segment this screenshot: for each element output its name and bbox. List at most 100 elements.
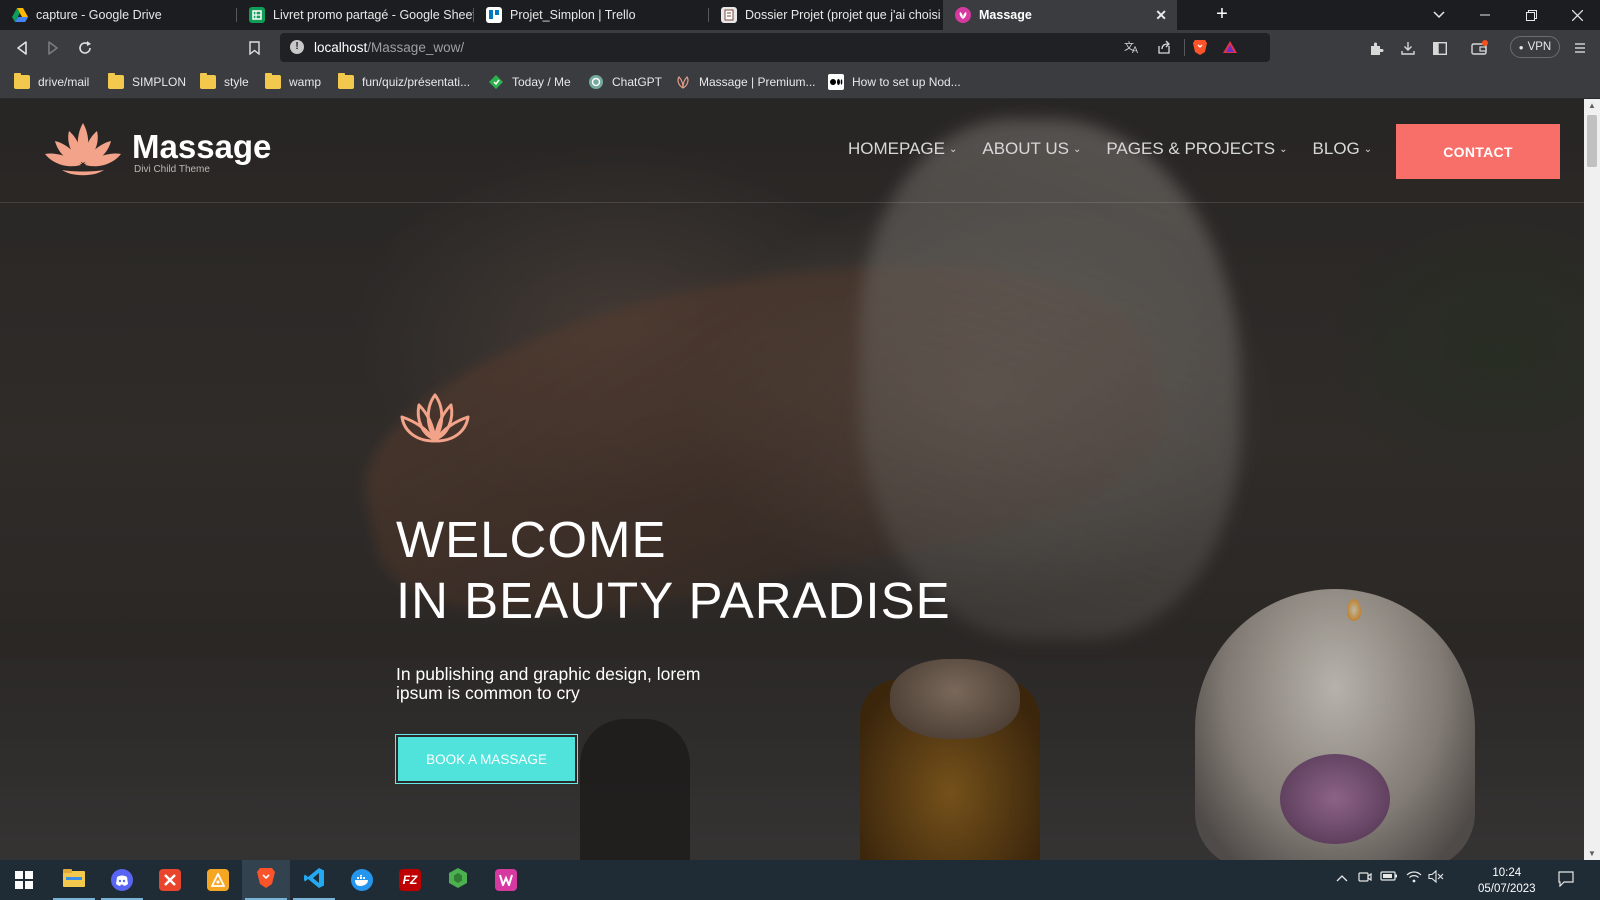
folder-icon <box>338 73 354 89</box>
bookmark-node-setup[interactable]: How to set up Nod... <box>828 73 961 91</box>
translate-icon[interactable]: 文A <box>1122 37 1142 57</box>
taskbar-docker[interactable] <box>338 860 386 900</box>
taskbar-vscode[interactable] <box>290 860 338 900</box>
share-icon[interactable] <box>1154 37 1174 57</box>
medium-icon <box>828 74 844 90</box>
restore-button[interactable] <box>1508 0 1554 30</box>
nav-about-us[interactable]: ABOUT US ⌄ <box>982 139 1081 159</box>
url-host: localhost <box>314 40 368 55</box>
sidebar-icon[interactable] <box>1430 38 1450 58</box>
bookmark-label: ChatGPT <box>612 75 663 89</box>
taskbar-sublime-merge[interactable] <box>194 860 242 900</box>
folder-icon <box>265 73 281 89</box>
show-hidden-icons-icon[interactable] <box>1336 870 1348 885</box>
close-window-button[interactable] <box>1554 0 1600 30</box>
url-text: localhost/Massage_wow/ <box>314 40 464 55</box>
taskbar-nodejs[interactable] <box>434 860 482 900</box>
scroll-down-arrow-icon[interactable]: ▼ <box>1588 849 1596 858</box>
clock-date: 05/07/2023 <box>1478 883 1536 895</box>
vpn-label: VPN <box>1527 41 1552 53</box>
nav-pages-projects[interactable]: PAGES & PROJECTS ⌄ <box>1106 139 1287 159</box>
scroll-thumb[interactable] <box>1587 115 1597 167</box>
urlbar-divider <box>1184 39 1185 56</box>
tab-search-chevron-icon[interactable] <box>1416 0 1462 30</box>
downloads-icon[interactable] <box>1398 38 1418 58</box>
bookmark-label: drive/mail <box>38 75 90 89</box>
tab-trello[interactable]: Projet_Simplon | Trello <box>474 0 708 30</box>
forward-button[interactable] <box>43 38 63 58</box>
bookmark-style[interactable]: style <box>200 73 249 91</box>
bookmark-today-me[interactable]: Today / Me <box>488 73 571 91</box>
reload-button[interactable] <box>75 38 95 58</box>
tab-massage[interactable]: Massage ✕ <box>943 0 1177 30</box>
book-massage-button[interactable]: BOOK A MASSAGE <box>396 735 577 783</box>
page-scrollbar[interactable]: ▲ ▼ <box>1584 99 1600 860</box>
taskbar-filezilla[interactable]: FZ <box>386 860 434 900</box>
tab-google-sheets[interactable]: Livret promo partagé - Google Sheets <box>237 0 473 30</box>
massage-site-icon <box>955 7 971 23</box>
folder-icon <box>14 73 30 89</box>
bookmark-fun-quiz[interactable]: fun/quiz/présentati... <box>338 73 470 91</box>
tab-dossier-projet[interactable]: Dossier Projet (projet que j'ai choisi d… <box>709 0 943 30</box>
new-tab-button[interactable]: + <box>1210 3 1234 27</box>
taskbar-clock[interactable]: 10:24 05/07/2023 <box>1478 865 1536 897</box>
logo-text: Massage Divi Child Theme <box>132 128 272 176</box>
site-info-icon[interactable]: ! <box>290 40 304 54</box>
bookmark-icon[interactable] <box>244 38 264 58</box>
bookmark-chatgpt[interactable]: ChatGPT <box>588 73 662 91</box>
filezilla-icon: FZ <box>399 869 421 891</box>
bookmark-drive-mail[interactable]: drive/mail <box>14 73 89 91</box>
taskbar-xmind[interactable] <box>146 860 194 900</box>
vpn-button[interactable]: ● VPN <box>1510 36 1560 58</box>
hero-subtitle: In publishing and graphic design, lorem … <box>396 664 701 703</box>
brave-shields-icon[interactable] <box>1190 37 1210 57</box>
scroll-up-arrow-icon[interactable]: ▲ <box>1588 101 1596 110</box>
nav-homepage[interactable]: HOMEPAGE ⌄ <box>848 139 957 159</box>
bookmark-simplon[interactable]: SIMPLON <box>108 73 186 91</box>
site-header: Massage Divi Child Theme HOMEPAGE ⌄ ABOUT… <box>0 99 1584 203</box>
wifi-icon[interactable] <box>1406 870 1422 886</box>
vpn-status-dot-icon: ● <box>1518 42 1524 52</box>
bookmark-label: wamp <box>289 75 322 89</box>
chevron-down-icon: ⌄ <box>948 143 958 155</box>
brave-rewards-icon[interactable] <box>1220 37 1240 57</box>
screen: capture - Google Drive Livret promo part… <box>0 0 1600 900</box>
bookmark-label: style <box>224 75 249 89</box>
taskbar-file-explorer[interactable] <box>50 860 98 900</box>
taskbar-brave[interactable] <box>242 860 290 900</box>
minimize-button[interactable] <box>1462 0 1508 30</box>
wallet-icon[interactable] <box>1470 38 1490 58</box>
clock-time: 10:24 <box>1492 867 1522 879</box>
hero-title-line-1: WELCOME <box>396 511 667 568</box>
lotus-logo-icon <box>42 117 124 188</box>
volume-muted-icon[interactable] <box>1428 869 1444 886</box>
folder-icon <box>108 73 124 89</box>
contact-button[interactable]: CONTACT <box>1396 124 1560 179</box>
close-tab-icon[interactable]: ✕ <box>1155 7 1167 24</box>
back-button[interactable] <box>12 38 32 58</box>
nav-label: ABOUT US <box>982 139 1069 158</box>
site-logo[interactable]: Massage Divi Child Theme <box>42 117 271 188</box>
logo-name: Massage <box>132 128 272 165</box>
address-bar[interactable]: ! localhost/Massage_wow/ 文A <box>280 33 1270 62</box>
bookmarks-bar: drive/mail SIMPLON style wamp fun/quiz/p… <box>0 65 1600 99</box>
meet-now-icon[interactable] <box>1358 870 1372 887</box>
bookmark-label: SIMPLON <box>132 75 187 89</box>
bookmark-wamp[interactable]: wamp <box>265 73 321 91</box>
chevron-down-icon: ⌄ <box>1363 143 1373 155</box>
bookmark-label: Massage | Premium... <box>699 75 816 89</box>
svg-text:A: A <box>1132 45 1138 54</box>
bookmark-massage-premium[interactable]: Massage | Premium... <box>675 73 815 91</box>
notifications-icon[interactable] <box>1558 871 1574 890</box>
nav-blog[interactable]: BLOG ⌄ <box>1313 139 1373 159</box>
taskbar-wampserver[interactable] <box>482 860 530 900</box>
wampserver-icon <box>495 869 517 891</box>
menu-icon[interactable] <box>1570 38 1590 58</box>
battery-icon[interactable] <box>1380 870 1398 885</box>
taskbar-discord[interactable] <box>98 860 146 900</box>
hero-overlay <box>0 99 1584 860</box>
start-button[interactable] <box>0 860 48 900</box>
chevron-down-icon: ⌄ <box>1072 143 1082 155</box>
extensions-icon[interactable] <box>1366 38 1386 58</box>
tab-google-drive[interactable]: capture - Google Drive <box>0 0 236 30</box>
